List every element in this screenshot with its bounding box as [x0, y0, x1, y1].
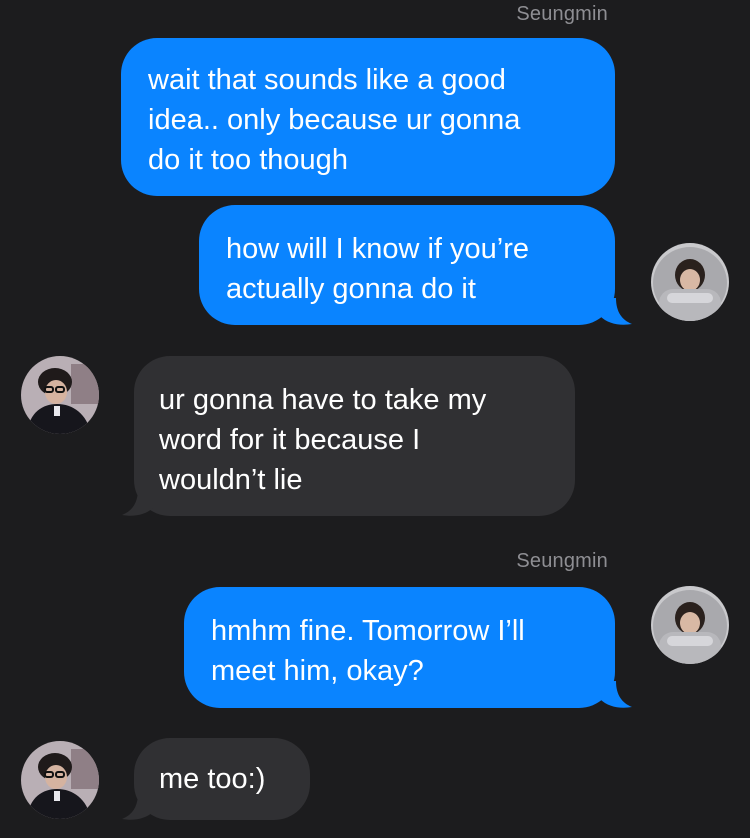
bubble-tail — [600, 681, 632, 708]
person-hood-avatar-icon — [651, 243, 729, 321]
message-text-line: do it too though — [148, 144, 348, 176]
message-text-line: wait that sounds like a good — [148, 64, 506, 96]
message-text-line: hmhm fine. Tomorrow I’ll — [211, 615, 525, 647]
message-bubble-incoming[interactable]: me too:) — [134, 738, 310, 820]
contact-avatar[interactable] — [21, 356, 99, 434]
person-glasses-avatar-icon — [21, 741, 99, 819]
contact-avatar[interactable] — [21, 741, 99, 819]
message-text-line: word for it because I — [159, 424, 421, 456]
message-text-line: me too:) — [159, 763, 266, 795]
message-text-line: actually gonna do it — [226, 273, 476, 305]
message-bubble-outgoing[interactable]: wait that sounds like a good idea.. only… — [121, 38, 615, 196]
message-bubble-incoming[interactable]: ur gonna have to take my word for it bec… — [134, 356, 575, 516]
bubble-tail — [122, 489, 154, 516]
sender-label: Seungmin — [516, 3, 608, 25]
person-glasses-avatar-icon — [21, 356, 99, 434]
message-text-line: ur gonna have to take my — [159, 384, 487, 416]
message-text-line: wouldn’t lie — [159, 464, 303, 496]
contact-avatar[interactable] — [651, 586, 729, 664]
contact-avatar[interactable] — [651, 243, 729, 321]
message-text-line: how will I know if you’re — [226, 233, 529, 265]
message-text-line: meet him, okay? — [211, 655, 424, 687]
message-bubble-outgoing[interactable]: how will I know if you’re actually gonna… — [199, 205, 615, 325]
bubble-tail — [122, 793, 154, 820]
bubble-tail — [600, 298, 632, 325]
sender-label: Seungmin — [516, 550, 608, 572]
message-bubble-outgoing[interactable]: hmhm fine. Tomorrow I’ll meet him, okay? — [184, 587, 615, 708]
person-hood-avatar-icon — [651, 586, 729, 664]
message-text-line: idea.. only because ur gonna — [148, 104, 521, 136]
